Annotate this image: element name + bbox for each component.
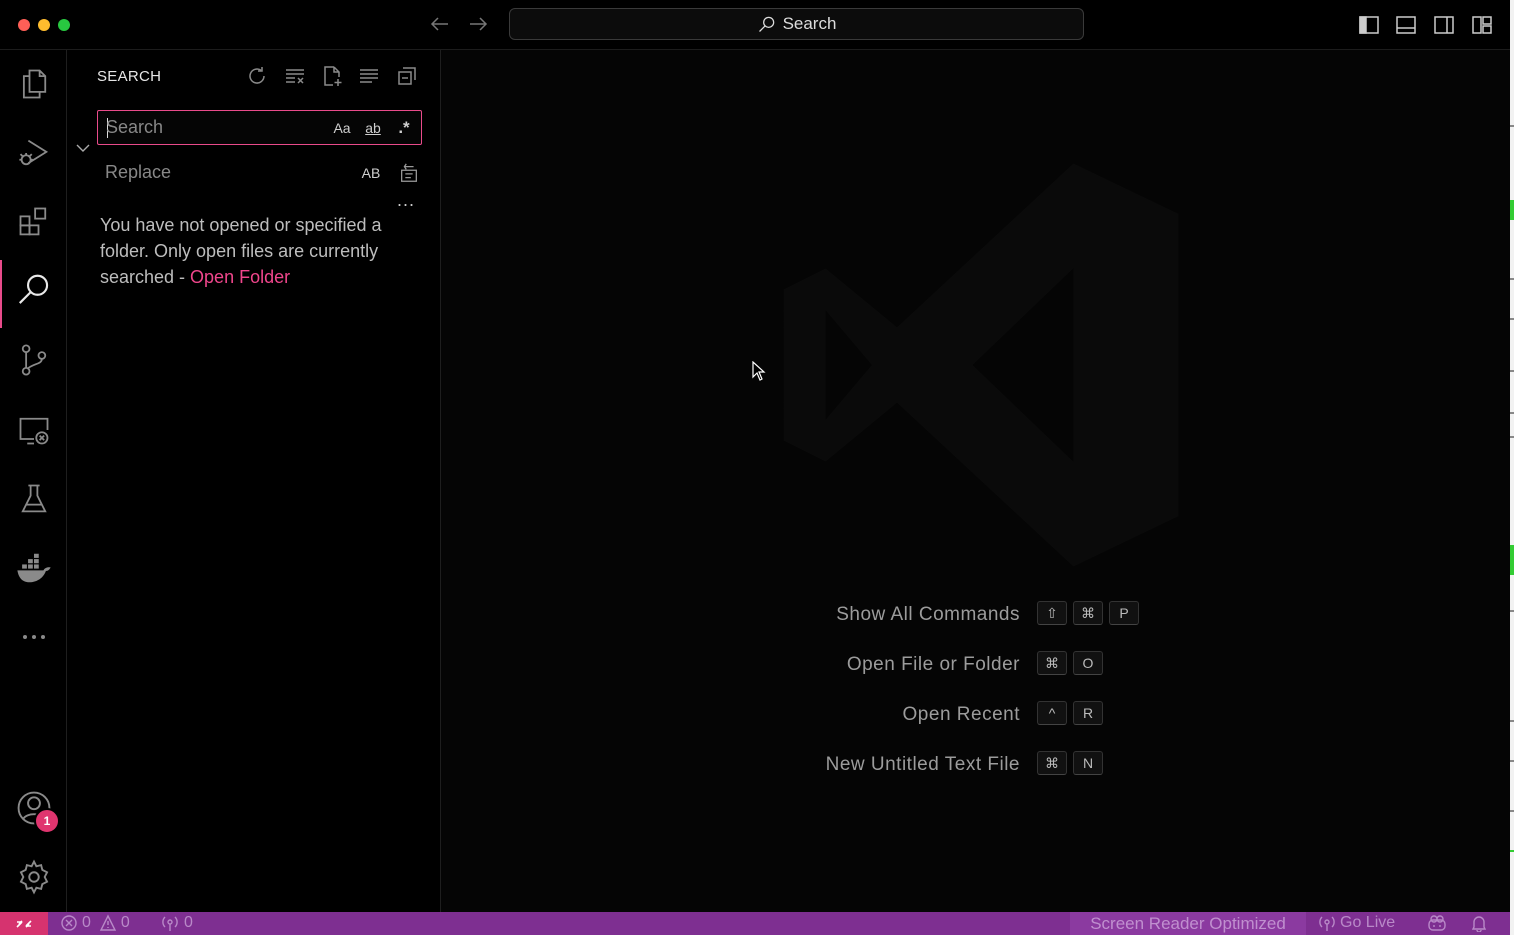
shortcut-row[interactable]: New Untitled Text File ⌘ N [441,751,1510,777]
error-icon [61,915,77,931]
key-cmd: ⌘ [1037,751,1067,775]
beaker-icon [20,484,47,513]
accounts-badge: 1 [34,808,60,834]
extensions-icon [19,207,46,236]
files-icon [22,69,46,99]
replace-input-box[interactable]: AB [97,156,422,191]
go-live-label: Go Live [1340,914,1396,931]
use-regex-toggle[interactable]: .* [392,116,416,140]
activity-search[interactable] [0,260,67,328]
title-bar: Search [0,0,1510,50]
forward-arrow-icon[interactable] [466,12,490,36]
vscode-window: Search 1 SEARCH Search Aa ab .* Replace … [0,0,1512,935]
remote-icon [19,417,48,445]
refresh-icon[interactable] [245,64,269,88]
broadcast-icon [1319,916,1335,931]
broadcast-icon [162,916,178,931]
search-icon [758,16,774,32]
match-case-toggle[interactable]: Aa [330,116,354,140]
activity-remote-explorer[interactable] [0,400,67,460]
search-icon [18,274,48,304]
activity-run-debug[interactable] [0,123,67,183]
activity-testing[interactable] [0,469,67,529]
replace-all-icon[interactable] [397,161,421,185]
ellipsis-icon [22,635,45,639]
key-p: P [1109,601,1139,625]
shortcut-keys: ^ R [1037,701,1103,725]
activity-more[interactable] [0,607,67,667]
open-folder-link[interactable]: Open Folder [190,267,290,287]
screen-reader-optimized[interactable]: Screen Reader Optimized [1070,912,1306,935]
toggle-search-details[interactable]: ... [397,190,415,211]
shortcut-keys: ⌘ N [1037,751,1103,775]
vscode-logo-watermark-icon [783,163,1179,567]
ports-indicator[interactable]: 0 [160,914,193,932]
toggle-replace-chevron-icon[interactable] [75,140,91,156]
background-window-edge [1510,0,1514,935]
no-folder-message: You have not opened or specified a folde… [100,212,420,290]
key-shift: ⇧ [1037,601,1067,625]
shortcut-label: Open File or Folder [846,654,1020,675]
warning-icon [99,914,117,931]
shortcut-row[interactable]: Open Recent ^ R [441,701,1510,727]
key-n: N [1073,751,1103,775]
shortcut-row[interactable]: Open File or Folder ⌘ O [441,651,1510,677]
command-center-search[interactable]: Search [509,8,1084,40]
back-arrow-icon[interactable] [428,12,452,36]
clear-results-icon[interactable] [283,64,307,88]
new-search-editor-icon[interactable] [320,64,344,88]
ports-count: 0 [184,914,193,931]
toggle-panel-icon[interactable] [1394,13,1418,37]
toggle-primary-sidebar-icon[interactable] [1357,13,1381,37]
go-live-button[interactable]: Go Live [1318,914,1395,932]
remote-icon [16,919,32,928]
search-input-box[interactable]: Aa ab .* [97,110,422,145]
shortcut-label: New Untitled Text File [825,754,1020,775]
error-count: 0 [82,914,91,931]
search-sidebar: SEARCH Aa ab .* AB [67,50,441,912]
preserve-case-toggle[interactable]: AB [359,161,383,185]
shortcut-keys: ⇧ ⌘ P [1037,601,1139,625]
editor-area: Show All Commands ⇧ ⌘ P Open File or Fol… [441,50,1510,912]
match-whole-word-toggle[interactable]: ab [360,116,386,140]
git-branch-icon [21,344,46,376]
key-cmd: ⌘ [1073,601,1103,625]
shortcut-keys: ⌘ O [1037,651,1103,675]
activity-manage[interactable] [0,847,67,907]
problems-indicator[interactable]: 0 0 [60,914,130,932]
shortcut-label: Open Recent [902,704,1020,725]
customize-layout-icon[interactable] [1470,13,1494,37]
sidebar-title: SEARCH [97,68,162,85]
close-window-button[interactable] [18,19,30,31]
copilot-icon[interactable] [1426,914,1448,932]
activity-extensions[interactable] [0,192,67,252]
replace-input[interactable] [105,156,315,189]
activity-docker[interactable] [0,538,67,598]
mouse-pointer-icon [752,361,766,381]
shortcut-row[interactable]: Show All Commands ⇧ ⌘ P [441,601,1510,627]
warning-count: 0 [120,914,130,931]
debug-icon [18,139,48,166]
gear-icon [19,859,48,895]
maximize-window-button[interactable] [58,19,70,31]
activity-source-control[interactable] [0,330,67,390]
remote-indicator[interactable] [0,912,48,935]
view-as-tree-icon[interactable] [357,64,381,88]
toggle-secondary-sidebar-icon[interactable] [1432,13,1456,37]
notifications-bell-icon[interactable] [1470,914,1488,932]
docker-icon [16,553,51,583]
activity-explorer[interactable] [0,54,67,114]
minimize-window-button[interactable] [38,19,50,31]
status-bar: 0 0 0 Screen Reader Optimized Go Live [0,912,1510,935]
command-center-label: Search [782,14,837,33]
key-o: O [1073,651,1103,675]
collapse-all-icon[interactable] [395,64,419,88]
key-r: R [1073,701,1103,725]
key-cmd: ⌘ [1037,651,1067,675]
key-ctrl: ^ [1037,701,1067,725]
shortcut-label: Show All Commands [836,604,1020,625]
activity-bar [0,50,67,912]
search-input[interactable] [106,111,316,144]
